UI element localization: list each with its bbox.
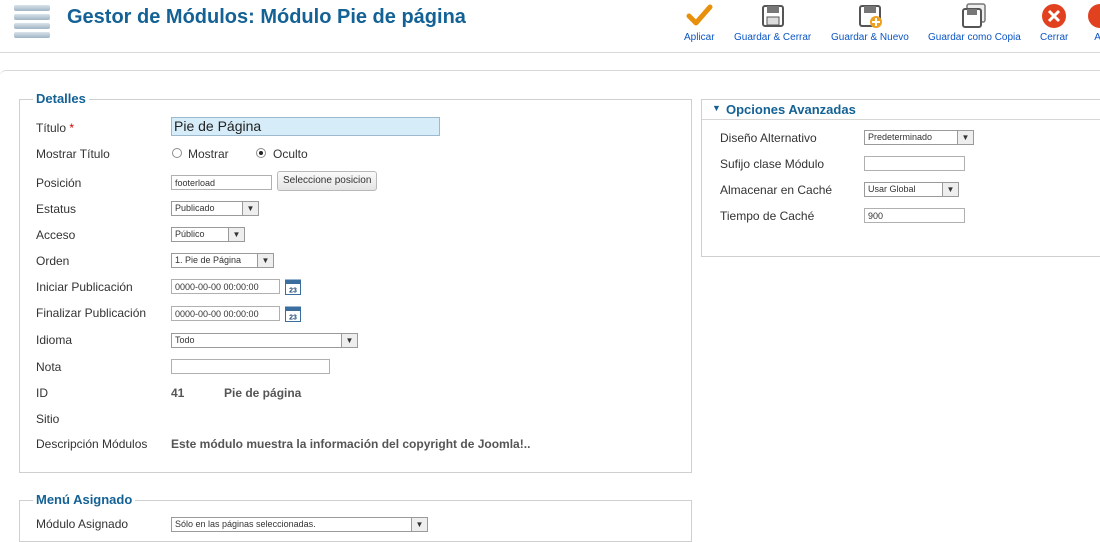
save-copy-icon xyxy=(962,3,987,28)
access-label: Acceso xyxy=(36,228,76,242)
module-assigned-select[interactable]: Sólo en las páginas seleccionadas. ▼ xyxy=(171,517,428,532)
description-label: Descripción Módulos xyxy=(36,437,148,451)
show-option-label: Mostrar xyxy=(188,147,229,161)
cache-select[interactable]: Usar Global ▼ xyxy=(864,182,959,197)
language-label: Idioma xyxy=(36,333,73,347)
suffix-input[interactable] xyxy=(864,156,965,171)
save-new-icon xyxy=(858,5,882,28)
module-manager-icon xyxy=(14,5,50,39)
status-select[interactable]: Publicado ▼ xyxy=(171,201,259,216)
advanced-options-title: Opciones Avanzadas xyxy=(726,102,856,117)
advanced-options-header[interactable]: ▼ Opciones Avanzadas xyxy=(702,100,1100,120)
apply-button[interactable]: Aplicar xyxy=(684,0,715,43)
save-copy-button[interactable]: Guardar como Copia xyxy=(928,0,1021,43)
order-label: Orden xyxy=(36,254,70,268)
triangle-down-icon: ▼ xyxy=(712,103,721,113)
site-label: Sitio xyxy=(36,412,60,426)
cache-label: Almacenar en Caché xyxy=(720,183,833,197)
calendar-icon[interactable]: 23 xyxy=(285,306,301,322)
publish-down-label: Finalizar Publicación xyxy=(36,306,147,320)
chevron-down-icon: ▼ xyxy=(942,183,958,196)
id-label: ID xyxy=(36,386,48,400)
menu-assignment-legend: Menú Asignado xyxy=(33,492,136,507)
publish-up-label: Iniciar Publicación xyxy=(36,280,133,294)
select-position-button[interactable]: Seleccione posicion xyxy=(277,171,378,191)
cache-time-input[interactable]: 900 xyxy=(864,208,965,223)
note-label: Nota xyxy=(36,360,62,374)
chevron-down-icon: ▼ xyxy=(242,202,258,215)
publish-down-input[interactable]: 0000-00-00 00:00:00 xyxy=(171,306,280,321)
position-input[interactable]: footerload xyxy=(171,175,272,190)
help-icon xyxy=(1088,4,1100,28)
layout-select[interactable]: Predeterminado ▼ xyxy=(864,130,974,145)
id-value: 41 xyxy=(171,386,185,400)
note-input[interactable] xyxy=(171,359,330,374)
access-select[interactable]: Público ▼ xyxy=(171,227,245,242)
show-title-radio[interactable] xyxy=(172,148,182,158)
layout-label: Diseño Alternativo xyxy=(720,131,817,145)
chevron-down-icon: ▼ xyxy=(257,254,273,267)
svg-text:23: 23 xyxy=(289,315,297,322)
title-input[interactable]: Pie de Página xyxy=(171,117,440,136)
page-title: Gestor de Módulos: Módulo Pie de página xyxy=(67,6,466,28)
hide-title-radio[interactable] xyxy=(256,148,266,158)
chevron-down-icon: ▼ xyxy=(411,518,427,531)
hide-option-label: Oculto xyxy=(273,147,308,161)
header: Gestor de Módulos: Módulo Pie de página … xyxy=(0,0,1100,53)
suffix-label: Sufijo clase Módulo xyxy=(720,157,825,171)
save-new-button[interactable]: Guardar & Nuevo xyxy=(831,0,909,43)
details-legend: Detalles xyxy=(33,91,89,106)
title-label: Título * xyxy=(36,121,75,135)
help-button[interactable]: Ay xyxy=(1086,0,1100,43)
advanced-options-panel xyxy=(701,99,1100,257)
show-title-label: Mostrar Título xyxy=(36,147,110,161)
cache-time-label: Tiempo de Caché xyxy=(720,209,815,223)
module-type-name: Pie de página xyxy=(224,386,302,400)
chevron-down-icon: ▼ xyxy=(957,131,973,144)
order-select[interactable]: 1. Pie de Página ▼ xyxy=(171,253,274,268)
status-label: Estatus xyxy=(36,202,77,216)
save-close-button[interactable]: Guardar & Cerrar xyxy=(734,0,811,43)
chevron-down-icon: ▼ xyxy=(228,228,244,241)
description-value: Este módulo muestra la información del c… xyxy=(171,437,531,451)
position-label: Posición xyxy=(36,176,82,190)
close-button[interactable]: Cerrar xyxy=(1040,0,1068,43)
save-icon xyxy=(761,5,784,27)
svg-text:23: 23 xyxy=(289,288,297,295)
checkmark-icon xyxy=(686,4,713,26)
chevron-down-icon: ▼ xyxy=(341,334,357,347)
calendar-icon[interactable]: 23 xyxy=(285,279,301,295)
language-select[interactable]: Todo ▼ xyxy=(171,333,358,348)
close-icon xyxy=(1042,4,1067,28)
publish-up-input[interactable]: 0000-00-00 00:00:00 xyxy=(171,279,280,294)
